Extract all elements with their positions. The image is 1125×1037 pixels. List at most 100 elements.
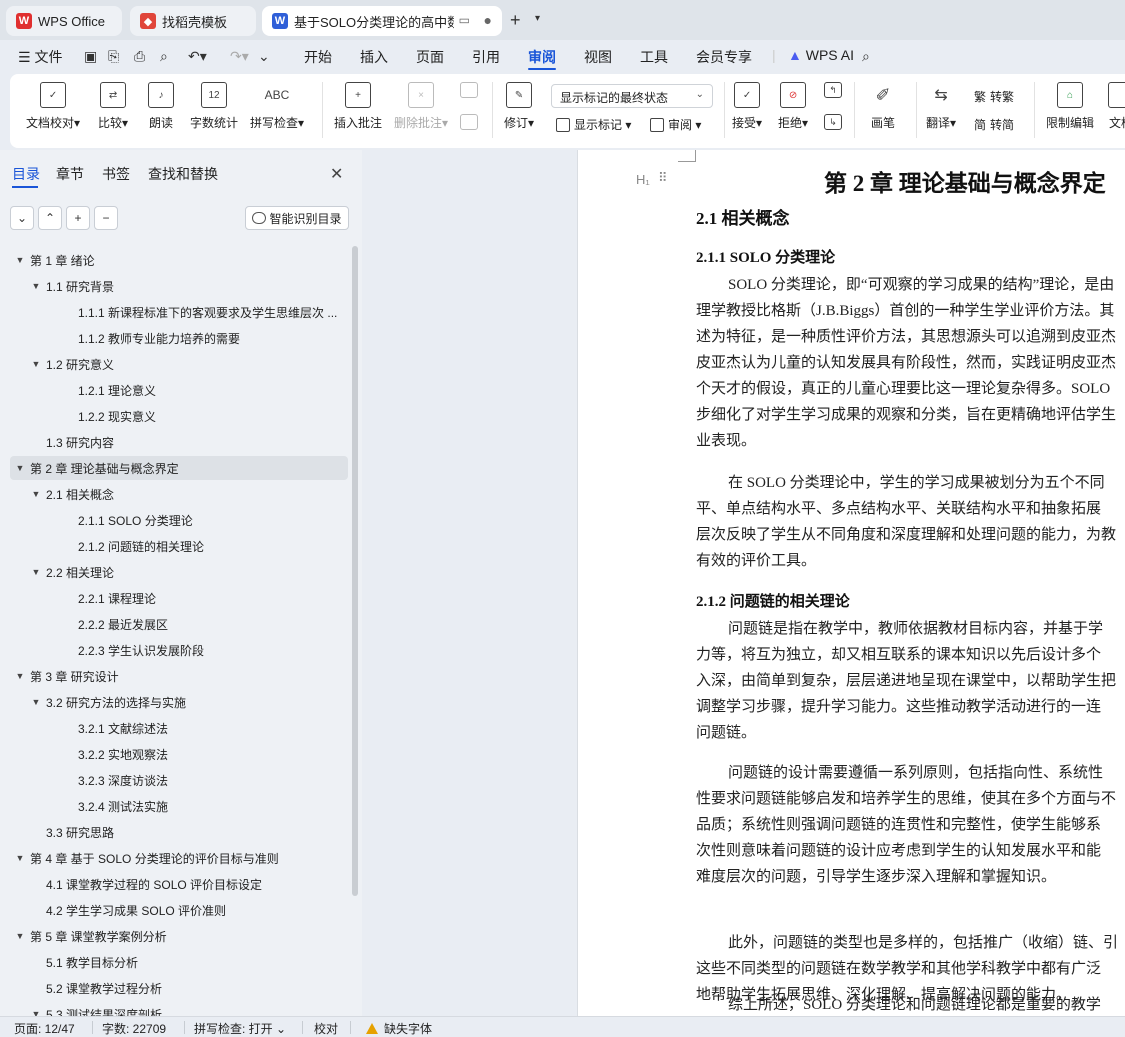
show-markup-button[interactable]: 显示标记 ▾ <box>556 116 631 133</box>
new-tab-icon[interactable]: + <box>510 10 521 31</box>
redo-icon[interactable]: ↷▾ <box>230 48 249 65</box>
toc-item[interactable]: 3.2.2 实地观察法 <box>10 742 348 766</box>
prev-change-button[interactable]: ↰ <box>824 82 842 104</box>
menu-item-view[interactable]: 视图 <box>584 47 612 67</box>
unsaved-dot-icon[interactable]: ● <box>484 12 492 28</box>
doc-more-button[interactable]: 文档 <box>1108 82 1125 131</box>
save-icon[interactable]: ▣ <box>84 48 97 65</box>
chevron-down-icon[interactable]: ▾ <box>535 13 540 24</box>
display-mode-select[interactable]: 显示标记的最终状态 ⌄ <box>551 84 713 108</box>
tab-document[interactable]: W 基于SOLO分类理论的高中数学… ▭ ● <box>262 6 502 36</box>
spell-check-button[interactable]: ABC 拼写检查▾ <box>250 82 304 131</box>
toc-item[interactable]: 5.1 教学目标分析 <box>10 950 348 974</box>
toc-item[interactable]: ▼ 第 3 章 研究设计 <box>10 664 348 688</box>
expand-triangle-icon[interactable]: ▼ <box>14 671 26 681</box>
spell-check-status[interactable]: 拼写检查: 打开 ⌄ <box>194 1020 286 1037</box>
toc-item[interactable]: 2.2.3 学生认识发展阶段 <box>10 638 348 662</box>
menu-item-member[interactable]: 会员专享 <box>696 47 752 67</box>
expand-triangle-icon[interactable]: ▼ <box>30 489 42 499</box>
document-page[interactable]: H₁ ⠿ 第 2 章 理论基础与概念界定 2.1 相关概念 2.1.1 SOLO… <box>577 150 1125 1016</box>
expand-triangle-icon[interactable]: ▼ <box>30 281 42 291</box>
tab-template-store[interactable]: ◆ 找稻壳模板 <box>130 6 256 36</box>
toc-item[interactable]: 3.2.1 文献综述法 <box>10 716 348 740</box>
missing-font-status[interactable]: 缺失字体 <box>366 1020 432 1037</box>
expand-triangle-icon[interactable]: ▼ <box>30 359 42 369</box>
menu-item-tools[interactable]: 工具 <box>640 47 668 67</box>
tab-bookmarks[interactable]: 书签 <box>102 164 130 184</box>
menu-item-reference[interactable]: 引用 <box>472 47 500 67</box>
toc-item[interactable]: 3.2.4 测试法实施 <box>10 794 348 818</box>
toc-item[interactable]: ▼ 第 4 章 基于 SOLO 分类理论的评价目标与准则 <box>10 846 348 870</box>
toc-item[interactable]: 1.2.1 理论意义 <box>10 378 348 402</box>
expand-triangle-icon[interactable]: ▼ <box>14 463 26 473</box>
tab-find-replace[interactable]: 查找和替换 <box>148 164 218 184</box>
menu-item-review[interactable]: 审阅 <box>528 47 556 67</box>
toc-item[interactable]: ▼ 第 2 章 理论基础与概念界定 <box>10 456 348 480</box>
page-indicator[interactable]: 页面: 12/47 <box>14 1020 75 1037</box>
heading-marker-icon[interactable]: H₁ <box>636 172 650 187</box>
tab-wps-office[interactable]: W WPS Office <box>6 6 122 36</box>
toc-item[interactable]: ▼ 第 1 章 绪论 <box>10 248 348 272</box>
search-icon[interactable]: ⌕ <box>862 48 870 65</box>
menu-item-page[interactable]: 页面 <box>416 47 444 67</box>
review-dropdown-button[interactable]: 审阅 ▾ <box>650 116 701 133</box>
accept-button[interactable]: ✓ 接受▾ <box>732 82 762 131</box>
expand-triangle-icon[interactable]: ▼ <box>30 567 42 577</box>
toc-item[interactable]: 1.1.2 教师专业能力培养的需要 <box>10 326 348 350</box>
add-heading-button[interactable]: + <box>66 206 90 230</box>
toc-item[interactable]: 4.1 课堂教学过程的 SOLO 评价目标设定 <box>10 872 348 896</box>
translate-button[interactable]: ⇆ 翻译▾ <box>926 82 956 131</box>
remove-heading-button[interactable]: − <box>94 206 118 230</box>
monitor-icon[interactable]: ▭ <box>459 13 470 27</box>
toc-item[interactable]: 1.3 研究内容 <box>10 430 348 454</box>
toc-item[interactable]: 2.2.1 课程理论 <box>10 586 348 610</box>
expand-down-button[interactable]: ⌄ <box>10 206 34 230</box>
compare-button[interactable]: ⇄ 比较▾ <box>98 82 128 131</box>
print-icon[interactable]: ⎙ <box>134 48 145 65</box>
toc-item[interactable]: 4.2 学生学习成果 SOLO 评价准则 <box>10 898 348 922</box>
menu-file[interactable]: ☰ 文件 <box>18 47 62 67</box>
reject-button[interactable]: ⊘ 拒绝▾ <box>778 82 808 131</box>
toc-item[interactable]: 5.2 课堂教学过程分析 <box>10 976 348 1000</box>
restrict-edit-button[interactable]: ⌂ 限制编辑 <box>1046 82 1094 131</box>
toc-item[interactable]: 1.1.1 新课程标准下的客观要求及学生思维层次 ... <box>10 300 348 324</box>
insert-comment-button[interactable]: + 插入批注 <box>334 82 382 131</box>
menu-item-insert[interactable]: 插入 <box>360 47 388 67</box>
toc-item[interactable]: 2.1.1 SOLO 分类理论 <box>10 508 348 532</box>
toc-item[interactable]: 1.2.2 现实意义 <box>10 404 348 428</box>
toc-item[interactable]: ▼ 1.2 研究意义 <box>10 352 348 376</box>
simp-to-trad-button[interactable]: 繁 转繁 <box>974 88 1014 105</box>
more-chevron-icon[interactable]: ⌄ <box>258 48 270 65</box>
prev-comment-button[interactable] <box>460 82 478 104</box>
proofread-status[interactable]: 校对 <box>314 1020 338 1037</box>
expand-triangle-icon[interactable]: ▼ <box>14 853 26 863</box>
toc-item[interactable]: 2.1.2 问题链的相关理论 <box>10 534 348 558</box>
wps-ai-button[interactable]: ▲ WPS AI <box>788 47 854 63</box>
tab-toc[interactable]: 目录 <box>12 164 40 184</box>
toc-item[interactable]: 3.3 研究思路 <box>10 820 348 844</box>
toc-item[interactable]: 2.2.2 最近发展区 <box>10 612 348 636</box>
collapse-up-button[interactable]: ⌃ <box>38 206 62 230</box>
word-count-status[interactable]: 字数: 22709 <box>102 1020 166 1037</box>
toc-item[interactable]: ▼ 3.2 研究方法的选择与实施 <box>10 690 348 714</box>
tab-chapters[interactable]: 章节 <box>56 164 84 184</box>
read-aloud-button[interactable]: ♪ 朗读 <box>148 82 174 131</box>
doc-check-button[interactable]: ✓ 文档校对▾ <box>26 82 80 131</box>
word-count-button[interactable]: 12 字数统计 <box>190 82 238 131</box>
undo-icon[interactable]: ↶▾ <box>188 48 207 65</box>
toc-item[interactable]: ▼ 2.2 相关理论 <box>10 560 348 584</box>
track-changes-button[interactable]: ✎ 修订▾ <box>504 82 534 131</box>
toc-scrollbar[interactable] <box>352 246 358 896</box>
delete-comment-button[interactable]: × 删除批注▾ <box>394 82 448 131</box>
menu-item-start[interactable]: 开始 <box>304 47 332 67</box>
close-icon[interactable]: ✕ <box>330 164 343 184</box>
toc-item[interactable]: 3.2.3 深度访谈法 <box>10 768 348 792</box>
trad-to-simp-button[interactable]: 简 转简 <box>974 116 1014 133</box>
expand-triangle-icon[interactable]: ▼ <box>14 931 26 941</box>
expand-triangle-icon[interactable]: ▼ <box>30 1009 42 1016</box>
toc-item[interactable]: ▼ 5.3 测试结果深度剖析 <box>10 1002 348 1017</box>
drag-handle-icon[interactable]: ⠿ <box>658 170 667 186</box>
toc-item[interactable]: ▼ 2.1 相关概念 <box>10 482 348 506</box>
smart-toc-button[interactable]: 智能识别目录 <box>245 206 349 230</box>
toc-item[interactable]: ▼ 第 5 章 课堂教学案例分析 <box>10 924 348 948</box>
